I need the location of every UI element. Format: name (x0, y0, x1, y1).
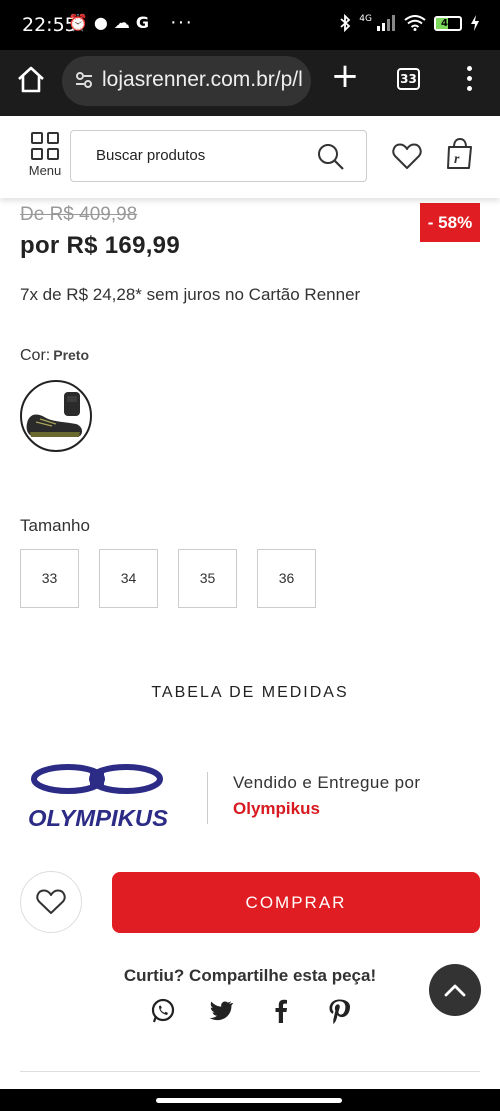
status-bar: 22:55 ⏰ ● ☁ G ··· 4G 48 (0, 0, 500, 50)
home-gesture-bar[interactable] (156, 1098, 342, 1103)
search-input[interactable]: Buscar produtos (70, 130, 367, 182)
svg-text:r: r (454, 152, 460, 167)
menu-label: Menu (28, 163, 62, 178)
search-icon[interactable] (316, 142, 346, 172)
back-to-top-button[interactable] (429, 964, 481, 1016)
olympikus-logo: OLYMPIKUS (28, 764, 169, 831)
url-text: lojasrenner.com.br/p/l (102, 68, 303, 91)
size-option-33[interactable]: 33 (20, 549, 79, 608)
twitter-icon[interactable] (208, 998, 234, 1024)
bluetooth-icon (340, 14, 351, 32)
seller-divider (207, 772, 208, 824)
color-label-text: Cor: (20, 347, 51, 364)
buy-button[interactable]: COMPRAR (112, 872, 480, 933)
size-option-35[interactable]: 35 (178, 549, 237, 608)
wifi-icon (404, 15, 426, 31)
browser-toolbar: lojasrenner.com.br/p/l + 33 (0, 50, 500, 116)
chevron-up-icon (444, 984, 466, 997)
shopping-bag-icon[interactable]: r (446, 138, 474, 170)
size-chart-link[interactable]: TABELA DE MEDIDAS (0, 684, 500, 702)
wishlist-heart-icon[interactable] (392, 142, 422, 170)
heart-icon (36, 889, 66, 914)
network-type: 4G (359, 14, 372, 24)
status-left-icons: ⏰ ● ☁ G (68, 13, 149, 32)
new-tab-icon[interactable]: + (330, 59, 360, 93)
system-nav-bar (0, 1089, 500, 1111)
menu-button[interactable]: Menu (24, 132, 66, 182)
site-header: Menu Buscar produtos r (0, 116, 500, 198)
sale-price: por R$ 169,99 (20, 232, 180, 259)
alarm-icon: ⏰ (68, 13, 88, 32)
menu-grid-icon (31, 132, 59, 160)
google-icon: G (135, 13, 150, 32)
more-notifications-icon: ··· (170, 11, 193, 33)
pinterest-icon[interactable] (326, 998, 352, 1024)
address-bar[interactable]: lojasrenner.com.br/p/l (62, 56, 311, 106)
battery-icon: 48 (434, 15, 462, 31)
color-label: Cor: Preto (20, 347, 89, 365)
browser-menu-icon[interactable] (462, 66, 476, 94)
favorite-button[interactable] (20, 871, 82, 933)
original-price: De R$ 409,98 (20, 204, 138, 225)
charging-icon (471, 15, 479, 31)
size-label: Tamanho (20, 516, 90, 535)
home-icon[interactable] (14, 63, 48, 97)
status-right-icons: 4G 48 (339, 14, 480, 32)
whatsapp-icon[interactable] (150, 998, 176, 1024)
size-option-36[interactable]: 36 (257, 549, 316, 608)
svg-text:OLYMPIKUS: OLYMPIKUS (28, 805, 169, 831)
cloud-icon: ☁ (113, 13, 130, 32)
size-option-34[interactable]: 34 (99, 549, 158, 608)
site-settings-icon[interactable] (74, 70, 94, 90)
battery-level: 48 (441, 17, 455, 29)
seller-name[interactable]: Olympikus (233, 799, 320, 819)
installments-text: 7x de R$ 24,28* sem juros no Cartão Renn… (20, 285, 361, 304)
discount-badge: - 58% (420, 203, 480, 242)
seller-label: Vendido e Entregue por (233, 773, 421, 792)
signal-icon (377, 15, 395, 31)
footer-divider (20, 1071, 480, 1072)
tab-switcher-button[interactable]: 33 (397, 68, 420, 90)
color-swatch-preto[interactable] (20, 380, 92, 452)
search-placeholder: Buscar produtos (96, 147, 206, 164)
product-thumbnail (26, 392, 83, 437)
share-title: Curtiu? Compartilhe esta peça! (123, 966, 377, 985)
chat-icon: ● (93, 13, 108, 32)
color-value: Preto (53, 347, 90, 363)
facebook-icon[interactable] (268, 998, 294, 1024)
